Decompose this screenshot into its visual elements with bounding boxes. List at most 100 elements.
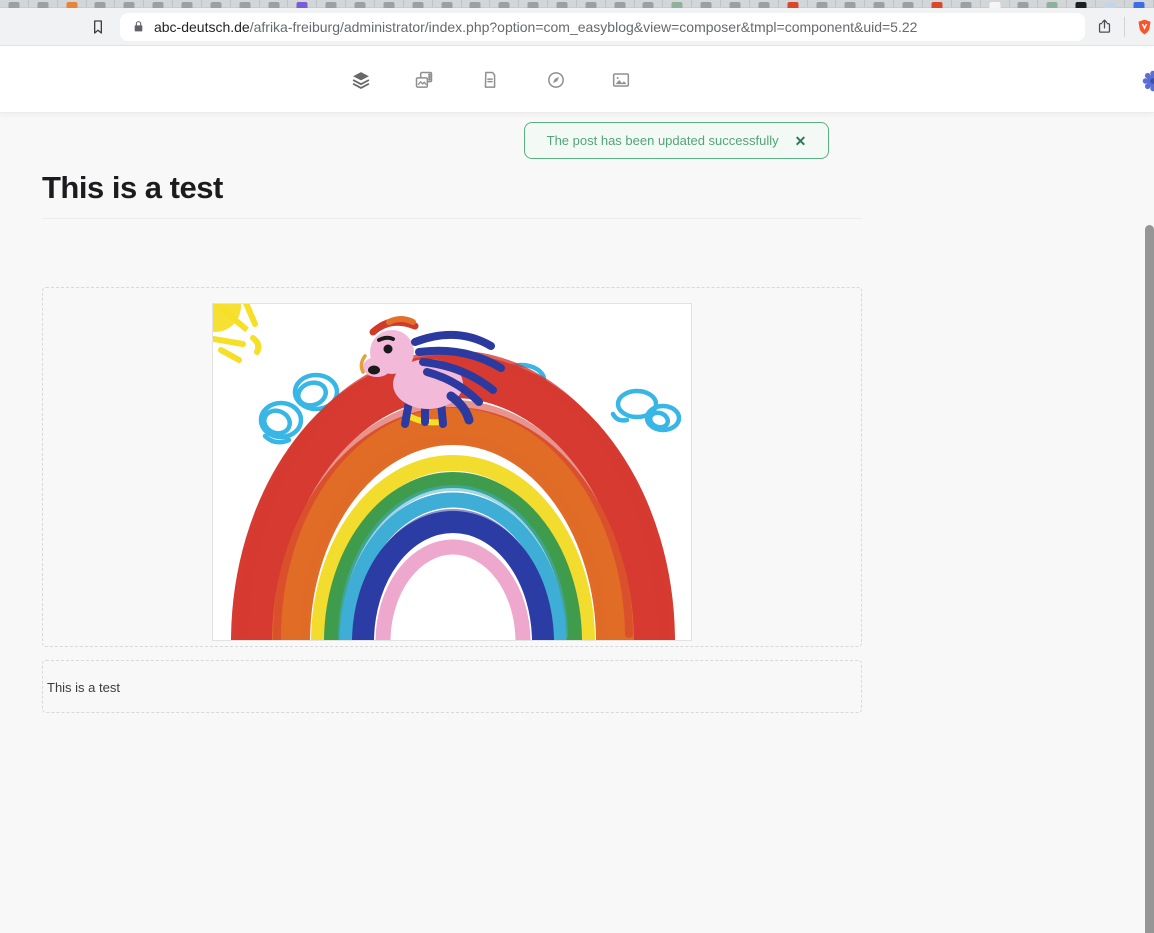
tab-favicon (642, 2, 654, 8)
browser-tab[interactable] (144, 0, 174, 8)
tab-favicon (585, 2, 597, 8)
browser-tab[interactable] (317, 0, 347, 8)
browser-tab[interactable] (721, 0, 750, 8)
browser-tab[interactable] (923, 0, 952, 8)
browser-tab[interactable] (635, 0, 664, 8)
composer-canvas: The post has been updated successfully ✕… (0, 112, 1154, 933)
tab-favicon (758, 2, 770, 8)
share-icon[interactable] (1093, 16, 1115, 38)
image-block[interactable] (42, 287, 862, 647)
tab-favicon (1104, 2, 1116, 8)
browser-tab[interactable] (462, 0, 491, 8)
browser-tab[interactable] (750, 0, 779, 8)
tab-favicon (210, 2, 222, 8)
tab-favicon (614, 2, 626, 8)
bookmark-icon[interactable] (88, 17, 108, 37)
browser-tab[interactable] (548, 0, 577, 8)
browser-tab[interactable] (519, 0, 549, 8)
browser-tab[interactable] (404, 0, 433, 8)
post-body-text: This is a test (47, 680, 120, 695)
browser-tab[interactable] (952, 0, 981, 8)
browser-tab[interactable] (375, 0, 404, 8)
browser-tab[interactable] (115, 0, 145, 8)
browser-tab[interactable] (346, 0, 375, 8)
document-icon[interactable] (480, 70, 500, 90)
tab-favicon (498, 2, 510, 8)
title-divider (42, 218, 862, 219)
tab-favicon (152, 2, 164, 8)
browser-tab[interactable] (29, 0, 58, 8)
post-title[interactable]: This is a test (42, 170, 223, 206)
address-field[interactable]: abc-deutsch.de/afrika-freiburg/administr… (119, 12, 1085, 41)
post-image-rainbow-drawing (212, 303, 692, 641)
browser-tab[interactable] (87, 0, 116, 8)
tab-favicon (787, 2, 799, 8)
tab-favicon (383, 2, 395, 8)
browser-tab[interactable] (231, 0, 260, 8)
tab-favicon (816, 2, 828, 8)
browser-tab[interactable] (173, 0, 202, 8)
browser-tab[interactable] (1010, 0, 1039, 8)
tab-favicon (268, 2, 280, 8)
browser-tab[interactable] (288, 0, 318, 8)
composer-toolbar (0, 46, 1154, 112)
browser-tab[interactable] (981, 0, 1010, 8)
scrollbar-thumb[interactable] (1145, 225, 1154, 933)
tab-favicon (37, 2, 49, 8)
browser-tab[interactable] (779, 0, 808, 8)
browser-tab[interactable] (894, 0, 923, 8)
browser-tab[interactable] (1038, 0, 1068, 8)
tab-favicon (66, 2, 78, 8)
brave-shield-icon[interactable] (1134, 17, 1154, 37)
browser-tab[interactable] (490, 0, 520, 8)
browser-url-bar: abc-deutsch.de/afrika-freiburg/administr… (0, 8, 1154, 46)
browser-tab[interactable] (663, 0, 693, 8)
tab-favicon (441, 2, 453, 8)
media-gallery-icon[interactable] (414, 70, 434, 90)
compass-icon[interactable] (546, 70, 566, 90)
alert-close-icon[interactable]: ✕ (795, 134, 807, 148)
layers-icon[interactable] (351, 70, 371, 90)
tab-favicon (239, 2, 251, 8)
browser-tab[interactable] (1096, 0, 1125, 8)
page-url: abc-deutsch.de/afrika-freiburg/administr… (154, 19, 917, 35)
tab-favicon (325, 2, 337, 8)
browser-tab[interactable] (836, 0, 866, 8)
image-icon[interactable] (611, 70, 631, 90)
toolbar-divider (1124, 16, 1125, 37)
tab-favicon (412, 2, 424, 8)
lock-icon (132, 20, 145, 33)
tab-favicon (700, 2, 712, 8)
text-block[interactable]: This is a test (42, 660, 862, 713)
tab-favicon (729, 2, 741, 8)
browser-tab[interactable] (202, 0, 231, 8)
browser-tab[interactable] (433, 0, 462, 8)
browser-tab[interactable] (606, 0, 635, 8)
browser-tab[interactable] (1067, 0, 1097, 8)
tab-favicon (556, 2, 568, 8)
tab-favicon (844, 2, 856, 8)
gear-badge-icon[interactable] (1142, 70, 1154, 92)
browser-tab[interactable] (260, 0, 289, 8)
tab-favicon (1046, 2, 1058, 8)
tab-favicon (931, 2, 943, 8)
tab-favicon (873, 2, 885, 8)
tab-favicon (1075, 2, 1087, 8)
browser-tab[interactable] (808, 0, 837, 8)
tab-favicon (181, 2, 193, 8)
tab-favicon (527, 2, 539, 8)
browser-tab[interactable] (0, 0, 29, 8)
browser-tab[interactable] (58, 0, 87, 8)
tab-favicon (94, 2, 106, 8)
browser-tab[interactable] (1125, 0, 1154, 8)
url-domain: abc-deutsch.de (153, 18, 250, 35)
alert-message: The post has been updated successfully (546, 133, 779, 148)
tab-strip[interactable] (0, 0, 1154, 8)
browser-tab[interactable] (577, 0, 606, 8)
browser-tab[interactable] (692, 0, 722, 8)
tab-favicon (1133, 2, 1145, 8)
browser-tab[interactable] (865, 0, 895, 8)
tab-favicon (469, 2, 481, 8)
tab-favicon (671, 2, 683, 8)
tab-favicon (989, 2, 1001, 8)
